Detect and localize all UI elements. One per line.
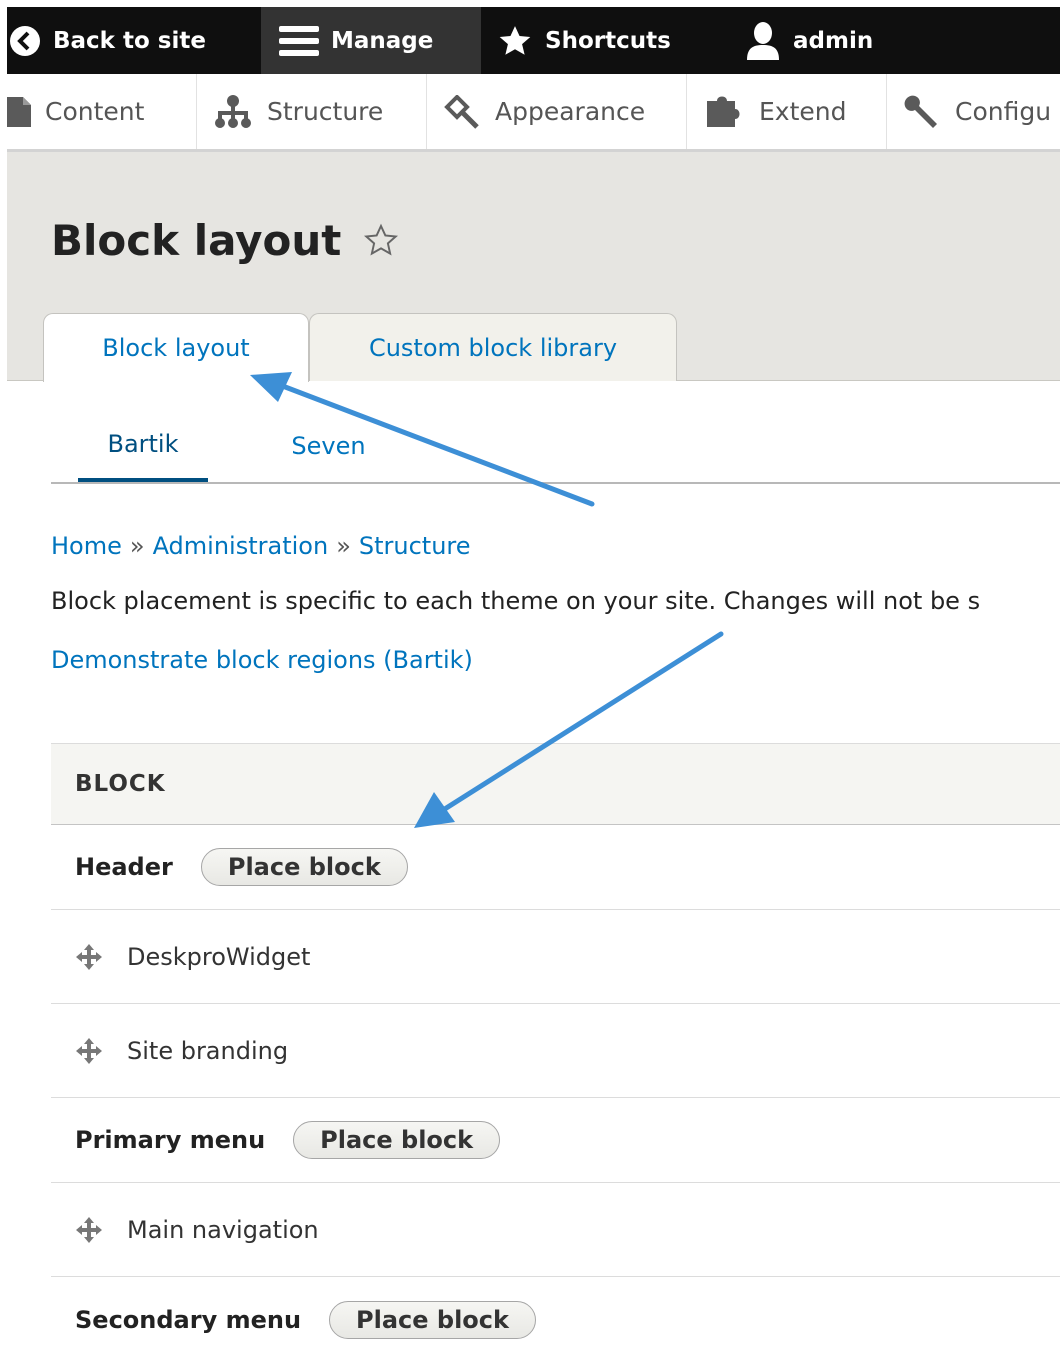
tab-block-layout[interactable]: Block layout — [43, 313, 309, 382]
menu-structure-label: Structure — [267, 97, 384, 126]
manage-label: Manage — [331, 27, 434, 54]
blocks-table: BLOCK Header Place block DeskproWidget S… — [51, 743, 1060, 1362]
back-to-site-label: Back to site — [53, 27, 206, 54]
menu-content[interactable]: Content — [7, 74, 197, 149]
user-icon — [745, 21, 781, 60]
drag-handle-icon[interactable] — [75, 1037, 103, 1065]
breadcrumb: Home» Administration» Structure — [51, 532, 471, 560]
sitemap-icon — [213, 94, 253, 129]
breadcrumb-separator: » — [129, 532, 145, 560]
star-icon — [497, 24, 533, 58]
menu-extend[interactable]: Extend — [687, 74, 887, 149]
region-row-header: Header Place block — [51, 825, 1060, 910]
region-title: Primary menu — [75, 1126, 266, 1154]
admin-menu-tray: Content Structure Appearance Extend Conf… — [7, 74, 1060, 152]
file-icon — [7, 96, 31, 127]
region-row-primary-menu: Primary menu Place block — [51, 1098, 1060, 1183]
block-column-header: BLOCK — [75, 771, 166, 797]
table-row: DeskproWidget — [51, 910, 1060, 1004]
place-block-button[interactable]: Place block — [200, 848, 408, 886]
page-title: Block layout — [51, 216, 399, 265]
subtab-bartik[interactable]: Bartik — [78, 410, 208, 482]
theme-tabs: Bartik Seven — [51, 410, 1060, 484]
place-block-button[interactable]: Place block — [293, 1121, 501, 1159]
shortcuts-label: Shortcuts — [545, 27, 671, 54]
subtab-seven-label: Seven — [291, 432, 366, 460]
breadcrumb-structure[interactable]: Structure — [359, 532, 471, 560]
tab-custom-block-library-label: Custom block library — [368, 333, 618, 362]
block-name: Site branding — [127, 1036, 289, 1065]
back-to-site-link[interactable]: Back to site — [7, 7, 259, 74]
region-title: Header — [75, 853, 173, 881]
user-label: admin — [793, 27, 874, 54]
paintbrush-icon — [443, 94, 481, 129]
block-name: Main navigation — [127, 1215, 319, 1244]
table-header: BLOCK — [51, 743, 1060, 825]
wrench-icon — [903, 94, 941, 130]
menu-content-label: Content — [45, 97, 145, 126]
shortcuts-tab[interactable]: Shortcuts — [497, 7, 727, 74]
block-name: DeskproWidget — [127, 942, 311, 971]
region-title: Secondary menu — [75, 1305, 302, 1334]
chevron-left-icon — [9, 25, 41, 57]
drag-handle-icon[interactable] — [75, 1216, 103, 1244]
help-text: Block placement is specific to each them… — [51, 587, 981, 615]
menu-appearance[interactable]: Appearance — [427, 74, 687, 149]
demonstrate-block-regions-link[interactable]: Demonstrate block regions (Bartik) — [51, 646, 473, 674]
breadcrumb-administration[interactable]: Administration — [153, 532, 329, 560]
region-row-secondary-menu: Secondary menu Place block — [51, 1277, 1060, 1362]
page-title-text: Block layout — [51, 216, 342, 265]
place-block-button[interactable]: Place block — [329, 1300, 536, 1339]
menu-extend-label: Extend — [759, 97, 847, 126]
manage-tab[interactable]: Manage — [261, 7, 481, 74]
menu-configuration[interactable]: Configu — [887, 74, 1060, 149]
subtab-seven[interactable]: Seven — [251, 410, 406, 482]
menu-appearance-label: Appearance — [495, 97, 646, 126]
breadcrumb-home[interactable]: Home — [51, 532, 122, 560]
menu-structure[interactable]: Structure — [197, 74, 427, 149]
menu-icon — [279, 24, 319, 58]
tab-block-layout-label: Block layout — [102, 334, 250, 362]
drag-handle-icon[interactable] — [75, 943, 103, 971]
user-tab[interactable]: admin — [745, 7, 945, 74]
table-row: Main navigation — [51, 1183, 1060, 1277]
menu-configuration-label: Configu — [955, 97, 1052, 126]
page-header: Block layout Block layout Custom block l… — [7, 152, 1060, 382]
breadcrumb-separator: » — [336, 532, 351, 560]
subtab-bartik-label: Bartik — [107, 430, 179, 458]
add-shortcut-star-icon[interactable] — [363, 223, 399, 259]
table-row: Site branding — [51, 1004, 1060, 1098]
tab-custom-block-library[interactable]: Custom block library — [309, 313, 677, 381]
admin-toolbar: Back to site Manage Shortcuts admin — [7, 7, 1060, 74]
puzzle-icon — [705, 95, 745, 129]
